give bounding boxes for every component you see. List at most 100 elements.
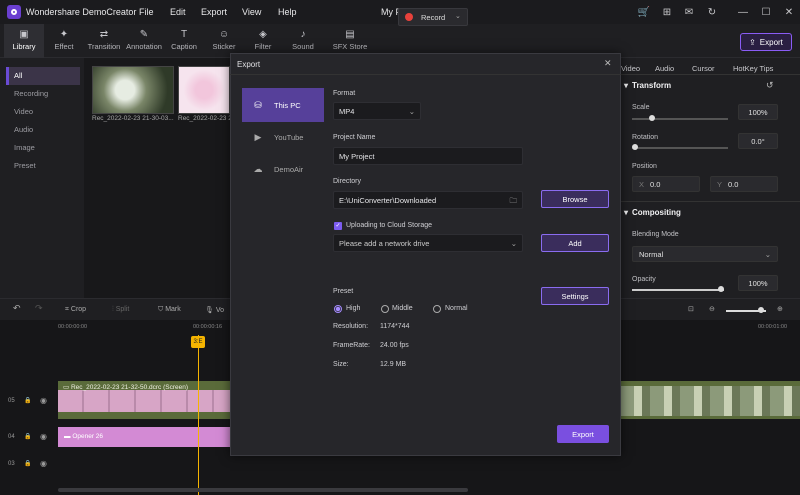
lock-icon[interactable]: 🔒: [24, 460, 31, 467]
opacity-input[interactable]: 100%: [738, 275, 778, 291]
app-title: Wondershare DemoCreator: [26, 7, 137, 17]
framerate-label: FrameRate:: [333, 342, 370, 349]
position-x-input[interactable]: X 0.0: [632, 176, 700, 192]
chevron-down-icon: ⌄: [408, 107, 415, 116]
browse-button[interactable]: Browse: [541, 190, 609, 208]
mail-icon[interactable]: ✉: [682, 5, 696, 19]
tab-cursor[interactable]: Cursor: [692, 64, 715, 73]
destination-demoair[interactable]: ☁ DemoAir: [242, 152, 324, 186]
tab-caption[interactable]: T Caption: [166, 24, 202, 58]
add-button[interactable]: Add: [541, 234, 609, 252]
preset-middle-radio[interactable]: [381, 305, 389, 313]
transform-title: Transform: [632, 81, 672, 90]
position-y-input[interactable]: Y 0.0: [710, 176, 778, 192]
dialog-export-button[interactable]: Export: [557, 425, 609, 443]
playhead[interactable]: [198, 335, 199, 495]
maximize-icon[interactable]: ☐: [759, 5, 773, 19]
rotation-slider-knob[interactable]: [632, 144, 638, 150]
preset-high-radio[interactable]: [334, 305, 342, 313]
settings-button[interactable]: Settings: [541, 287, 609, 305]
media-thumbnail[interactable]: [92, 66, 174, 114]
mark-button[interactable]: ⛉ Mark: [158, 306, 181, 314]
voice-button[interactable]: 🎙 Vo: [205, 306, 224, 314]
reset-icon[interactable]: ↺: [766, 80, 774, 91]
nav-item-video[interactable]: Video: [6, 103, 80, 121]
lock-icon[interactable]: 🔒: [24, 433, 31, 440]
transition-icon: ⇄: [99, 29, 109, 40]
fit-icon[interactable]: ⊡: [688, 305, 694, 313]
rotation-input[interactable]: 0.0°: [738, 133, 778, 149]
export-button[interactable]: ⇪ Export: [740, 33, 792, 51]
project-name-input[interactable]: My Project: [333, 147, 523, 165]
undo-icon[interactable]: ↶: [13, 303, 21, 314]
opacity-slider[interactable]: [632, 289, 724, 291]
menu-view[interactable]: View: [242, 7, 261, 17]
eye-icon[interactable]: ◉: [40, 396, 47, 405]
section-toggle-icon[interactable]: ▾: [624, 208, 628, 217]
refresh-icon[interactable]: ↻: [705, 5, 719, 19]
tab-video[interactable]: Video: [621, 64, 640, 73]
tab-hotkey-tips[interactable]: HotKey Tips: [733, 64, 773, 73]
divider: [620, 74, 800, 75]
zoom-in-icon[interactable]: ⊕: [777, 305, 783, 313]
video-clip-label: ▭ Rec_2022-02-23 21-32-50.dcrc (Screen): [63, 384, 189, 391]
tab-library[interactable]: ▣ Library: [4, 24, 44, 58]
tab-transition[interactable]: ⇄ Transition: [84, 24, 124, 58]
tab-audio[interactable]: Audio: [655, 64, 674, 73]
zoom-out-icon[interactable]: ⊖: [709, 305, 715, 313]
split-button[interactable]: ⫶ Split: [112, 306, 129, 314]
nav-item-all[interactable]: All: [6, 67, 80, 85]
network-drive-select[interactable]: Please add a network drive ⌄: [333, 234, 523, 252]
preset-normal-radio[interactable]: [433, 305, 441, 313]
nav-item-image[interactable]: Image: [6, 139, 80, 157]
menu-edit[interactable]: Edit: [170, 7, 186, 17]
tab-annotation[interactable]: ✎ Annotation: [124, 24, 164, 58]
nav-item-audio[interactable]: Audio: [6, 121, 80, 139]
sticker-icon: ☺: [218, 29, 230, 40]
youtube-icon: ▶: [254, 131, 262, 142]
resolution-label: Resolution:: [333, 323, 369, 330]
scale-slider-knob[interactable]: [649, 115, 655, 121]
timeline-scrollbar[interactable]: [58, 488, 468, 492]
redo-icon[interactable]: ↷: [35, 303, 43, 314]
crop-button[interactable]: ⌗ Crop: [65, 306, 86, 314]
eye-icon[interactable]: ◉: [40, 432, 47, 441]
folder-icon[interactable]: 🗀: [510, 192, 518, 209]
tab-effect[interactable]: ✦ Effect: [46, 24, 82, 58]
eye-icon[interactable]: ◉: [40, 459, 47, 468]
scale-input[interactable]: 100%: [738, 104, 778, 120]
rotation-label: Rotation: [632, 134, 659, 141]
menu-file[interactable]: File: [139, 7, 154, 17]
lock-icon[interactable]: 🔒: [24, 397, 31, 404]
zoom-slider-knob[interactable]: [758, 307, 764, 313]
cart-icon[interactable]: 🛒: [637, 5, 651, 19]
compositing-title: Compositing: [632, 208, 681, 217]
gift-icon[interactable]: ⊞: [660, 5, 674, 19]
nav-item-recording[interactable]: Recording: [6, 85, 80, 103]
minimize-icon[interactable]: —: [736, 5, 750, 19]
section-toggle-icon[interactable]: ▾: [624, 81, 628, 90]
menu-export[interactable]: Export: [201, 7, 227, 17]
close-window-icon[interactable]: ✕: [782, 5, 796, 19]
record-button[interactable]: Record ⌄: [398, 8, 468, 26]
cloud-checkbox[interactable]: ✓: [334, 222, 342, 230]
preset-middle-label: Middle: [392, 305, 413, 312]
menu-help[interactable]: Help: [278, 7, 297, 17]
directory-input[interactable]: E:\UniConverter\Downloaded 🗀: [333, 191, 523, 209]
playhead-handle[interactable]: 3:E: [191, 336, 205, 348]
rotation-slider[interactable]: [632, 147, 728, 149]
track-number: 03: [8, 461, 15, 467]
divider: [620, 201, 800, 202]
nav-item-preset[interactable]: Preset: [6, 157, 80, 175]
scale-slider[interactable]: [632, 118, 728, 120]
format-select[interactable]: MP4 ⌄: [333, 102, 421, 120]
chevron-down-icon: ⌄: [455, 13, 461, 20]
video-clip-frames: [58, 390, 230, 412]
destination-youtube[interactable]: ▶ YouTube: [242, 120, 324, 154]
destination-this-pc[interactable]: ⛁ This PC: [242, 88, 324, 122]
blending-mode-select[interactable]: Normal ⌄: [632, 246, 778, 262]
close-icon[interactable]: ✕: [604, 58, 612, 69]
ruler-tick: 00:00:00:00: [58, 324, 88, 330]
media-thumbnail[interactable]: [178, 66, 230, 114]
opacity-slider-knob[interactable]: [718, 286, 724, 292]
